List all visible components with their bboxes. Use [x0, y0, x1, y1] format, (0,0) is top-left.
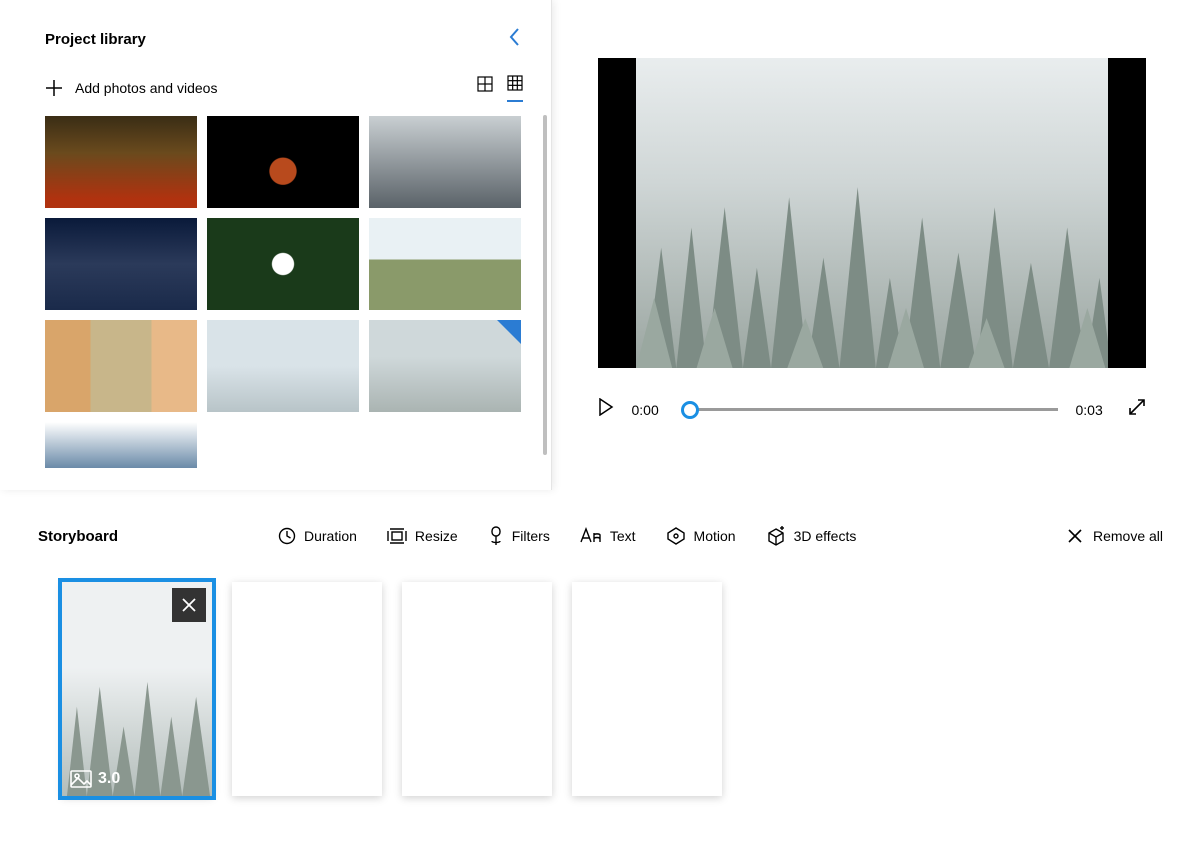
library-thumb-canal-city-night[interactable] — [45, 218, 197, 310]
seek-track — [684, 408, 1058, 411]
library-thumb-pisa-tower[interactable] — [45, 320, 197, 412]
collapse-library-chevron-icon[interactable] — [507, 25, 523, 54]
text-button[interactable]: Text — [580, 527, 636, 545]
duration-label: Duration — [304, 528, 357, 544]
library-thumb-drone-flying[interactable] — [207, 218, 359, 310]
clip-meta: 3.0 — [70, 770, 120, 788]
storyboard-title: Storyboard — [38, 528, 278, 545]
play-button[interactable] — [598, 398, 614, 421]
motion-button[interactable]: Motion — [666, 527, 736, 545]
library-title: Project library — [45, 31, 146, 48]
storyboard-empty-slot[interactable] — [232, 582, 382, 796]
motion-label: Motion — [694, 528, 736, 544]
total-time: 0:03 — [1076, 402, 1110, 418]
resize-label: Resize — [415, 528, 458, 544]
seek-thumb[interactable] — [681, 401, 699, 419]
current-time: 0:00 — [632, 402, 666, 418]
library-thumb-waterfall[interactable] — [45, 422, 197, 468]
clip-duration: 3.0 — [98, 770, 120, 788]
storyboard-empty-slot[interactable] — [572, 582, 722, 796]
remove-clip-button[interactable] — [172, 588, 206, 622]
seek-slider[interactable] — [684, 400, 1058, 420]
filters-label: Filters — [512, 528, 550, 544]
filters-button[interactable]: Filters — [488, 526, 550, 546]
library-thumb-glacier-rock[interactable] — [369, 116, 521, 208]
library-thumb-person-snow[interactable] — [207, 320, 359, 412]
library-thumb-bowling-pins[interactable] — [207, 116, 359, 208]
video-preview — [598, 58, 1146, 368]
library-thumb-horses-field[interactable] — [369, 218, 521, 310]
storyboard-empty-slot[interactable] — [402, 582, 552, 796]
remove-all-label: Remove all — [1093, 528, 1163, 544]
resize-button[interactable]: Resize — [387, 528, 458, 544]
add-photos-videos-button[interactable]: Add photos and videos — [45, 79, 217, 97]
3d-effects-label: 3D effects — [794, 528, 857, 544]
storyboard-clip[interactable]: 3.0 — [62, 582, 212, 796]
image-icon — [70, 770, 92, 788]
preview-panel: 0:00 0:03 — [552, 0, 1191, 490]
view-large-grid-icon[interactable] — [477, 76, 493, 101]
library-thumbs-scroll[interactable] — [45, 116, 523, 490]
library-scrollbar[interactable] — [543, 115, 547, 455]
text-label: Text — [610, 528, 636, 544]
view-small-grid-icon[interactable] — [507, 75, 523, 102]
library-thumb-snow-forest[interactable] — [369, 320, 521, 412]
fullscreen-icon[interactable] — [1128, 398, 1146, 421]
duration-button[interactable]: Duration — [278, 527, 357, 545]
project-library-panel: Project library Add photos and videos — [0, 0, 552, 490]
preview-frame — [636, 58, 1108, 368]
library-thumb-forest-autumn[interactable] — [45, 116, 197, 208]
remove-all-button[interactable]: Remove all — [1067, 528, 1163, 544]
storyboard-panel: Storyboard Duration Resize Filters Text … — [0, 490, 1191, 796]
selected-corner-icon — [497, 320, 521, 344]
add-button-label: Add photos and videos — [75, 80, 217, 96]
3d-effects-button[interactable]: 3D effects — [766, 526, 857, 546]
